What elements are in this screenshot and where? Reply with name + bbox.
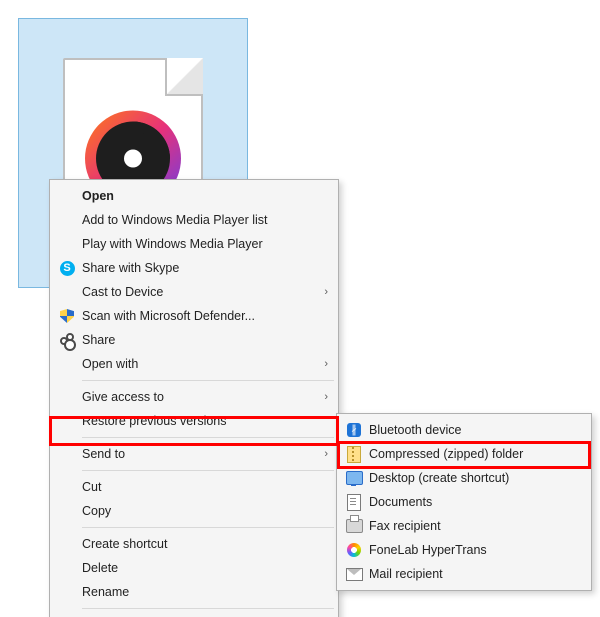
- menu-share-skype[interactable]: S Share with Skype: [52, 256, 336, 280]
- menu-share[interactable]: Share: [52, 328, 336, 352]
- sendto-submenu: ∦ Bluetooth device Compressed (zipped) f…: [336, 413, 592, 591]
- desktop-icon: [346, 471, 363, 485]
- skype-icon: S: [60, 261, 75, 276]
- menu-create-shortcut[interactable]: Create shortcut: [52, 532, 336, 556]
- menu-separator: [82, 527, 334, 528]
- chevron-right-icon: ›: [318, 286, 328, 298]
- chevron-right-icon: ›: [318, 358, 328, 370]
- chevron-right-icon: ›: [318, 391, 328, 403]
- menu-scan-defender[interactable]: Scan with Microsoft Defender...: [52, 304, 336, 328]
- menu-delete[interactable]: Delete: [52, 556, 336, 580]
- menu-separator: [82, 437, 334, 438]
- shield-icon: [60, 309, 74, 323]
- sendto-mail[interactable]: Mail recipient: [339, 562, 589, 586]
- fax-icon: [346, 519, 363, 533]
- menu-cast-to-device[interactable]: Cast to Device ›: [52, 280, 336, 304]
- menu-properties[interactable]: Properties: [52, 613, 336, 617]
- menu-restore-previous[interactable]: Restore previous versions: [52, 409, 336, 433]
- menu-copy[interactable]: Copy: [52, 499, 336, 523]
- menu-open[interactable]: Open: [52, 184, 336, 208]
- menu-cut[interactable]: Cut: [52, 475, 336, 499]
- zip-icon: [347, 446, 361, 463]
- menu-add-wmp-list[interactable]: Add to Windows Media Player list: [52, 208, 336, 232]
- menu-separator: [82, 470, 334, 471]
- page-fold: [165, 58, 203, 96]
- document-icon: [347, 494, 361, 511]
- menu-open-with[interactable]: Open with ›: [52, 352, 336, 376]
- context-menu: Open Add to Windows Media Player list Pl…: [49, 179, 339, 617]
- share-icon: [60, 333, 74, 347]
- bluetooth-icon: ∦: [347, 423, 361, 437]
- sendto-fax[interactable]: Fax recipient: [339, 514, 589, 538]
- sendto-compressed-folder[interactable]: Compressed (zipped) folder: [339, 442, 589, 466]
- menu-separator: [82, 608, 334, 609]
- mail-icon: [346, 568, 363, 581]
- sendto-documents[interactable]: Documents: [339, 490, 589, 514]
- desktop-area[interactable]: Open Add to Windows Media Player list Pl…: [0, 0, 600, 617]
- fonelab-icon: [347, 543, 361, 557]
- menu-send-to[interactable]: Send to ›: [52, 442, 336, 466]
- menu-give-access-to[interactable]: Give access to ›: [52, 385, 336, 409]
- chevron-right-icon: ›: [318, 448, 328, 460]
- menu-rename[interactable]: Rename: [52, 580, 336, 604]
- menu-separator: [82, 380, 334, 381]
- sendto-fonelab[interactable]: FoneLab HyperTrans: [339, 538, 589, 562]
- sendto-bluetooth[interactable]: ∦ Bluetooth device: [339, 418, 589, 442]
- menu-play-wmp[interactable]: Play with Windows Media Player: [52, 232, 336, 256]
- sendto-desktop-shortcut[interactable]: Desktop (create shortcut): [339, 466, 589, 490]
